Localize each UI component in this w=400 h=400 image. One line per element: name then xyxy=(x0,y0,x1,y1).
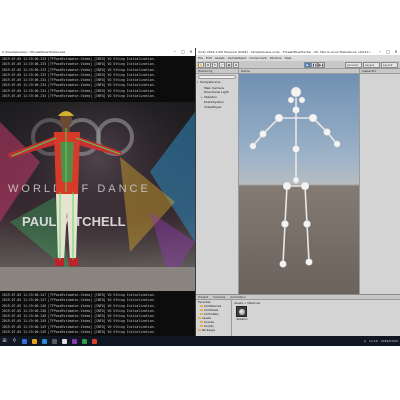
maximize-button[interactable]: □ xyxy=(384,48,392,56)
inspector-panel: Inspector xyxy=(359,69,400,294)
menu-assets[interactable]: Assets xyxy=(215,56,225,60)
minimize-button[interactable]: – xyxy=(171,48,179,56)
folder-icon xyxy=(200,312,203,316)
game-view-panel: Game xyxy=(239,69,359,294)
hierarchy-item-label: Skeleton xyxy=(204,94,217,99)
hierarchy-item[interactable]: VideoPlayer xyxy=(196,105,238,110)
pause-button[interactable]: ❚❚ xyxy=(311,61,318,68)
tab-console[interactable]: Console xyxy=(213,295,225,299)
material-sphere-icon xyxy=(238,308,245,315)
unity-titlebar[interactable]: Unity 2019.1.0f2 Personal (64bit) - Samp… xyxy=(196,48,400,55)
folder-icon xyxy=(200,324,203,328)
rect-tool-icon[interactable]: ▣ xyxy=(226,61,232,68)
skeleton-avatar xyxy=(249,86,341,268)
windows-taskbar: ⊞ ⚲ A 11:19 2019/07/05 xyxy=(0,336,400,346)
layers-dropdown[interactable]: Layers xyxy=(363,61,380,68)
menu-edit[interactable]: Edit xyxy=(206,56,212,60)
console-window: C:\Users\Kouhei\...\ThreeDPoseTracker.ex… xyxy=(0,48,196,336)
hand-tool-icon[interactable]: ✋ xyxy=(198,61,204,68)
folder-item[interactable]: Packages xyxy=(198,328,231,332)
maximize-button[interactable]: □ xyxy=(179,48,187,56)
project-assets-view: Assets > Materials Skeleton xyxy=(234,301,260,321)
tab-project[interactable]: Project xyxy=(198,295,208,299)
visual-studio-icon[interactable] xyxy=(72,338,77,344)
edge-browser-icon[interactable] xyxy=(42,338,47,344)
step-button[interactable]: ▶❚ xyxy=(318,61,325,68)
console-output-top: 2019-07-05 11:19:06.233 [TFPoseEstimator… xyxy=(0,56,195,100)
hierarchy-item-label: VideoPlayer xyxy=(204,104,222,109)
tab-hierarchy[interactable]: Hierarchy xyxy=(196,69,238,74)
desktop-screen: C:\Users\Kouhei\...\ThreeDPoseTracker.ex… xyxy=(0,48,400,346)
unity-editor-window: Unity 2019.1.0f2 Personal (64bit) - Samp… xyxy=(196,48,400,337)
unity-toolbar: ✋ ✥ ↻ ⤢ ▣ ⚙ ▶ ❚❚ ▶❚ Account Layers Layou… xyxy=(196,61,400,69)
system-tray: A 11:19 2019/07/05 xyxy=(364,339,398,343)
dance-video-image: WORLD OF DANCE PAUL MITCHELL xyxy=(0,102,195,291)
close-button[interactable]: ✕ xyxy=(392,48,400,56)
folder-label: Packages xyxy=(202,328,216,332)
terminal-icon[interactable] xyxy=(52,338,57,344)
language-indicator[interactable]: A xyxy=(364,339,366,343)
app-icon[interactable] xyxy=(82,338,87,344)
tab-inspector[interactable]: Inspector xyxy=(360,69,400,74)
transform-tool-icon[interactable]: ⚙ xyxy=(233,61,239,68)
close-button[interactable]: ✕ xyxy=(187,48,195,56)
file-explorer-icon[interactable] xyxy=(32,338,37,344)
hierarchy-item-label: SampleScene xyxy=(200,80,221,84)
hierarchy-item-label: EventSystem xyxy=(204,100,224,105)
folder-icon xyxy=(200,308,203,312)
asset-thumbnail[interactable] xyxy=(236,306,247,317)
console-line: 2019-07-05 11:19:06.234 [TFPoseEstimator… xyxy=(2,94,156,99)
clock-date[interactable]: 2019/07/05 xyxy=(381,339,398,343)
folder-icon xyxy=(200,320,203,324)
folder-icon xyxy=(198,328,201,332)
folder-icon xyxy=(200,304,203,308)
console-line: 2019-07-05 11:19:06.249 [TFPoseEstimator… xyxy=(2,330,156,335)
hierarchy-item-label: Directional Light xyxy=(204,90,229,95)
app-icon[interactable] xyxy=(92,338,97,344)
menu-window[interactable]: Window xyxy=(270,56,282,60)
console-titlebar[interactable]: C:\Users\Kouhei\...\ThreeDPoseTracker.ex… xyxy=(0,48,195,56)
game-view-canvas[interactable] xyxy=(239,74,359,294)
tab-label: Game xyxy=(241,68,250,73)
menu-help[interactable]: Help xyxy=(285,56,292,60)
console-title: C:\Users\Kouhei\...\ThreeDPoseTracker.ex… xyxy=(2,50,66,54)
video-frame: WORLD OF DANCE PAUL MITCHELL xyxy=(0,102,195,291)
rotate-tool-icon[interactable]: ↻ xyxy=(212,61,218,68)
search-icon[interactable]: ⚲ xyxy=(12,338,17,344)
layout-dropdown[interactable]: Layout xyxy=(381,61,398,68)
menu-component[interactable]: Component xyxy=(249,56,266,60)
taskview-icon[interactable] xyxy=(22,338,27,344)
folder-icon xyxy=(198,316,201,320)
tab-label: Inspector xyxy=(362,68,376,73)
breadcrumb[interactable]: Assets > Materials xyxy=(234,301,260,305)
clock-time[interactable]: 11:19 xyxy=(369,339,378,343)
scale-tool-icon[interactable]: ⤢ xyxy=(219,61,225,68)
console-output-bottom: 2019-07-05 11:19:06.247 [TFPoseEstimator… xyxy=(0,292,195,336)
account-dropdown[interactable]: Account xyxy=(345,61,362,68)
hierarchy-panel: Hierarchy ▾ SampleScene Main Camera Direc… xyxy=(196,69,239,294)
play-button[interactable]: ▶ xyxy=(304,61,311,68)
hierarchy-search-input[interactable] xyxy=(198,75,236,79)
unity-title: Unity 2019.1.0f2 Personal (64bit) - Samp… xyxy=(198,49,371,54)
menu-gameobject[interactable]: GameObject xyxy=(228,56,247,60)
tab-label: Hierarchy xyxy=(198,68,213,73)
hierarchy-item-label: Main Camera xyxy=(204,85,224,90)
menu-file[interactable]: File xyxy=(198,56,203,60)
tab-animation[interactable]: Animation xyxy=(230,295,245,299)
move-tool-icon[interactable]: ✥ xyxy=(205,61,211,68)
start-icon[interactable]: ⊞ xyxy=(2,338,7,344)
asset-label: Skeleton xyxy=(236,318,248,321)
banner-text: WORLD OF DANCE xyxy=(8,183,151,195)
minimize-button[interactable]: – xyxy=(376,48,384,56)
unity-icon[interactable] xyxy=(62,338,67,344)
project-folder-tree: Favorites All Materials All Models All P… xyxy=(196,300,232,337)
project-panel: Project Console Animation Favorites All … xyxy=(196,294,400,337)
